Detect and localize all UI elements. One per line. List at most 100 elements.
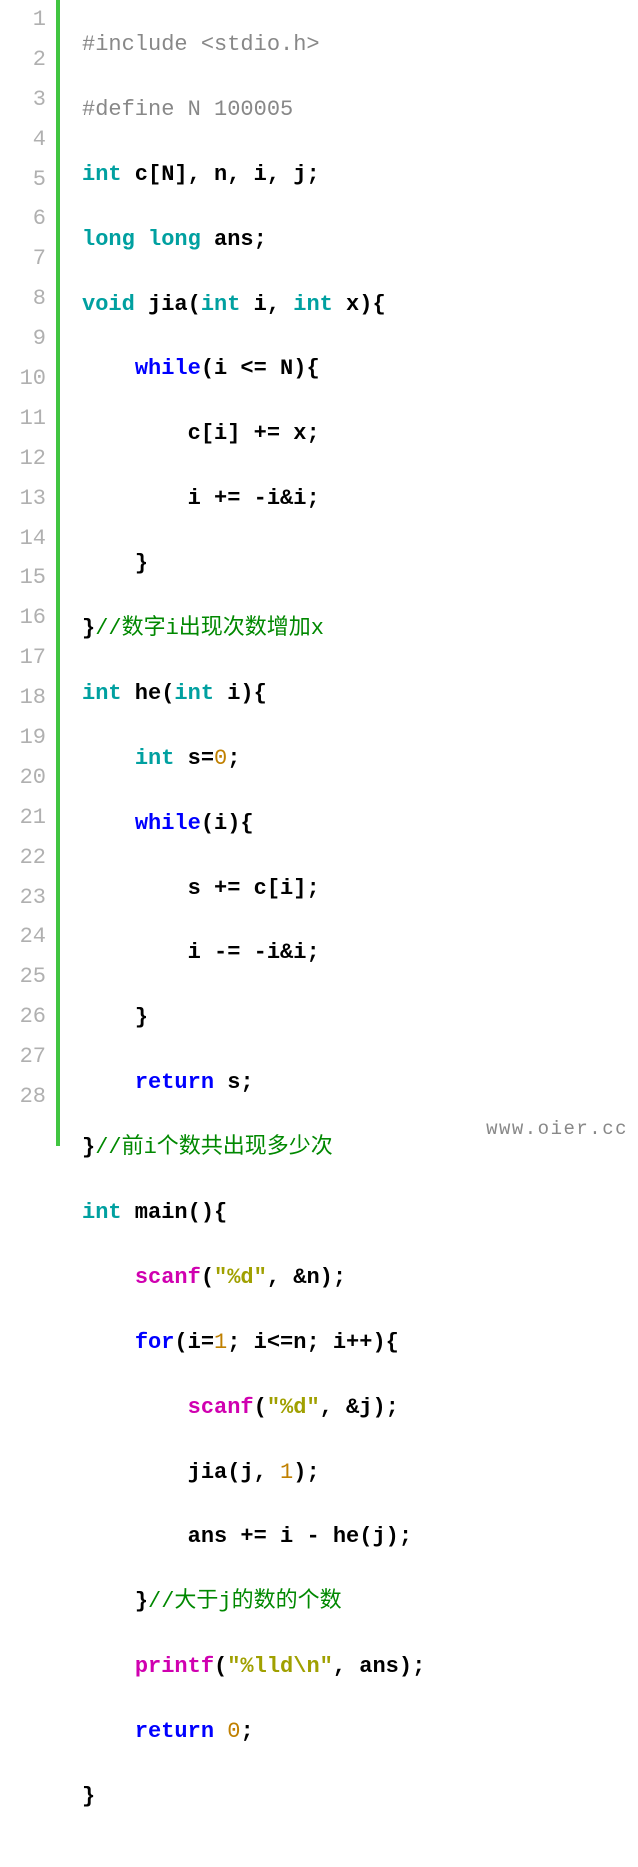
line-number: 16 <box>0 598 46 638</box>
keyword-token: return <box>135 1719 214 1744</box>
code-line: i += -i&i; <box>82 479 638 519</box>
line-number: 11 <box>0 399 46 439</box>
preproc-token: #define N 100005 <box>82 97 293 122</box>
code-line: }//大于j的数的个数 <box>82 1582 638 1622</box>
punct-token: ; <box>227 746 240 771</box>
comment-token: //大于j的数的个数 <box>148 1589 342 1614</box>
ident-token: ans += i - he(j); <box>188 1524 412 1549</box>
keyword-token: while <box>135 811 201 836</box>
line-number: 12 <box>0 439 46 479</box>
code-line: #define N 100005 <box>82 90 638 130</box>
indent <box>82 746 135 771</box>
line-number: 18 <box>0 678 46 718</box>
punct-token: ( <box>214 1654 227 1679</box>
comment-token: //前i个数共出现多少次 <box>95 1135 333 1160</box>
punct-token: ; <box>240 1719 253 1744</box>
line-number: 8 <box>0 279 46 319</box>
line-number-gutter: 1 2 3 4 5 6 7 8 9 10 11 12 13 14 15 16 1… <box>0 0 56 1146</box>
keyword-token: for <box>135 1330 175 1355</box>
number-token: 0 <box>214 746 227 771</box>
punct-token: ( <box>254 1395 267 1420</box>
punct-token: ( <box>201 1265 214 1290</box>
number-token: 0 <box>227 1719 240 1744</box>
code-line: int c[N], n, i, j; <box>82 155 638 195</box>
indent <box>82 940 188 965</box>
comment-token: //数字i出现次数增加x <box>95 616 324 641</box>
code-line: #include <stdio.h> <box>82 25 638 65</box>
indent <box>82 1524 188 1549</box>
ident-token: i -= -i&i; <box>188 940 320 965</box>
indent <box>82 1265 135 1290</box>
indent <box>82 1654 135 1679</box>
ident-token: s += c[i]; <box>188 876 320 901</box>
string-token: "%lld\n" <box>227 1654 333 1679</box>
type-token: int <box>82 681 122 706</box>
ident-token <box>214 1719 227 1744</box>
ident-token: x){ <box>333 292 386 317</box>
number-token: 1 <box>214 1330 227 1355</box>
watermark: www.oier.cc <box>486 1118 628 1140</box>
code-line: int s=0; <box>82 739 638 779</box>
code-line: for(i=1; i<=n; i++){ <box>82 1323 638 1363</box>
ident-token: ); <box>293 1460 319 1485</box>
code-line: int he(int i){ <box>82 674 638 714</box>
line-number: 15 <box>0 558 46 598</box>
line-number: 14 <box>0 519 46 559</box>
punct-token: } <box>135 1589 148 1614</box>
code-line: c[i] += x; <box>82 414 638 454</box>
ident-token: (i){ <box>201 811 254 836</box>
code-line: void jia(int i, int x){ <box>82 285 638 325</box>
line-number: 27 <box>0 1037 46 1077</box>
line-number: 25 <box>0 957 46 997</box>
ident-token: ; i<=n; i++){ <box>227 1330 399 1355</box>
ident-token: ans; <box>201 227 267 252</box>
code-line: return 0; <box>82 1712 638 1752</box>
line-number: 2 <box>0 40 46 80</box>
line-number: 9 <box>0 319 46 359</box>
type-token: int <box>135 746 175 771</box>
ident-token: jia(j, <box>188 1460 280 1485</box>
keyword-token: while <box>135 356 201 381</box>
type-token: int <box>82 162 122 187</box>
string-token: "%d" <box>267 1395 320 1420</box>
code-block: 1 2 3 4 5 6 7 8 9 10 11 12 13 14 15 16 1… <box>0 0 638 1146</box>
indent <box>82 1395 188 1420</box>
code-line: printf("%lld\n", ans); <box>82 1647 638 1687</box>
code-line: scanf("%d", &n); <box>82 1258 638 1298</box>
line-number: 22 <box>0 838 46 878</box>
ident-token: , ans); <box>333 1654 425 1679</box>
line-number: 28 <box>0 1077 46 1117</box>
line-number: 21 <box>0 798 46 838</box>
code-line: i -= -i&i; <box>82 933 638 973</box>
code-line: while(i <= N){ <box>82 349 638 389</box>
line-number: 10 <box>0 359 46 399</box>
code-line: }//数字i出现次数增加x <box>82 609 638 649</box>
preproc-token: #include <stdio.h> <box>82 32 320 57</box>
indent <box>82 1719 135 1744</box>
indent <box>82 1070 135 1095</box>
code-line: long long ans; <box>82 220 638 260</box>
line-number: 17 <box>0 638 46 678</box>
code-content: #include <stdio.h> #define N 100005 int … <box>60 0 638 1146</box>
line-number: 6 <box>0 199 46 239</box>
ident-token: main(){ <box>122 1200 228 1225</box>
indent <box>82 876 188 901</box>
type-token: long long <box>82 227 201 252</box>
punct-token: } <box>82 616 95 641</box>
ident-token: (i <= N){ <box>201 356 320 381</box>
punct-token: } <box>82 1784 95 1809</box>
punct-token: } <box>135 551 148 576</box>
line-number: 24 <box>0 917 46 957</box>
code-line: while(i){ <box>82 804 638 844</box>
code-line: } <box>82 998 638 1038</box>
indent <box>82 486 188 511</box>
ident-token: c[i] += x; <box>188 421 320 446</box>
indent <box>82 1460 188 1485</box>
indent <box>82 551 135 576</box>
indent <box>82 1330 135 1355</box>
ident-token: c[N], n, i, j; <box>122 162 320 187</box>
punct-token: } <box>135 1005 148 1030</box>
code-line: } <box>82 1777 638 1817</box>
indent <box>82 421 188 446</box>
indent <box>82 356 135 381</box>
